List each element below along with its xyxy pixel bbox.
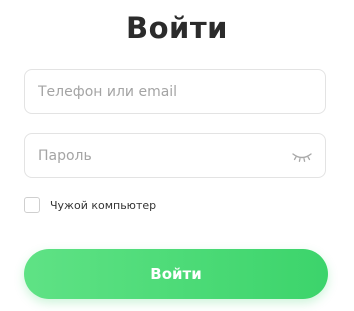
password-input[interactable]	[25, 134, 325, 177]
foreign-computer-row[interactable]: Чужой компьютер	[24, 196, 156, 214]
page-title: Войти	[126, 11, 228, 45]
login-button[interactable]: Войти	[24, 249, 328, 299]
login-field-container	[24, 69, 326, 114]
foreign-computer-label: Чужой компьютер	[50, 198, 157, 212]
eye-closed-icon[interactable]	[291, 149, 313, 165]
login-input[interactable]	[25, 70, 325, 113]
password-field-container	[24, 133, 326, 178]
foreign-computer-checkbox[interactable]	[24, 197, 40, 213]
